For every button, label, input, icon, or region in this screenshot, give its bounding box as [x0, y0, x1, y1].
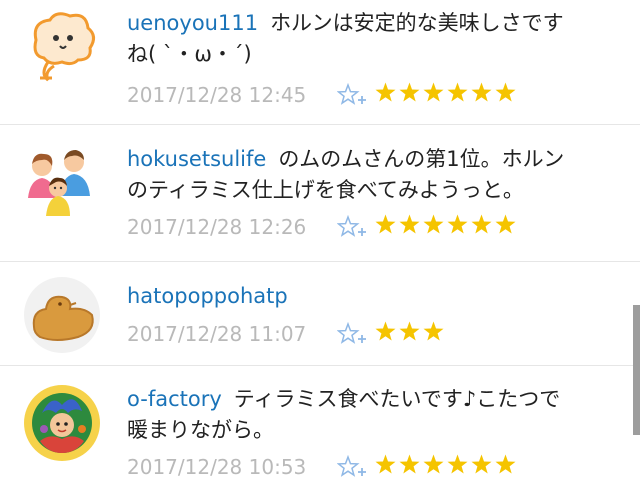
comment-text: ティラミス食べたいです♪こたつで	[233, 387, 561, 411]
star-icon	[423, 454, 444, 474]
colorful-character-icon[interactable]	[22, 383, 102, 463]
timestamp: 2017/12/28 11:07	[127, 321, 307, 346]
list-item: uenoyou111 ホルンは安定的な美味しさです ね( `・ω・´) 2017/…	[0, 0, 640, 125]
pigeon-cookie-icon[interactable]	[22, 275, 102, 355]
star-icon	[423, 82, 444, 102]
timestamp: 2017/12/28 10:53	[127, 454, 307, 479]
star-icon	[399, 214, 420, 234]
comment-meta: 2017/12/28 12:45	[127, 82, 519, 110]
star-icon	[375, 214, 396, 234]
username-link[interactable]: uenoyou111	[127, 11, 258, 35]
comment-line: uenoyou111 ホルンは安定的な美味しさです	[127, 8, 622, 39]
add-star-outline-icon	[336, 321, 366, 344]
comment-meta: 2017/12/28 12:26	[127, 214, 519, 242]
bird-mascot-icon[interactable]	[22, 8, 102, 88]
username-link[interactable]: hokusetsulife	[127, 147, 266, 171]
scrollbar-thumb[interactable]	[633, 305, 640, 435]
star-icon	[447, 214, 468, 234]
star-icon	[375, 82, 396, 102]
comment-text-line2: ね( `・ω・´)	[127, 42, 252, 66]
star-icon	[495, 82, 516, 102]
comment-text-line2: のティラミス仕上げを食べてみようっと。	[127, 178, 524, 202]
timestamp: 2017/12/28 12:45	[127, 82, 307, 107]
star-icon	[495, 454, 516, 474]
add-star-outline-icon	[336, 214, 366, 237]
star-icon	[471, 214, 492, 234]
star-icon	[423, 321, 444, 341]
star-icon	[471, 454, 492, 474]
star-rating	[375, 214, 519, 239]
star-rating	[375, 82, 519, 107]
add-star-outline-icon	[336, 82, 366, 105]
add-star-icon[interactable]	[336, 82, 367, 107]
star-icon	[447, 82, 468, 102]
star-rating	[375, 321, 447, 346]
star-icon	[375, 454, 396, 474]
timestamp: 2017/12/28 12:26	[127, 214, 307, 239]
star-icon	[495, 214, 516, 234]
add-star-icon[interactable]	[336, 454, 367, 479]
comment-meta: 2017/12/28 10:53	[127, 454, 519, 482]
username-link[interactable]: hatopoppohatp	[127, 284, 288, 308]
family-icon[interactable]	[22, 142, 102, 222]
star-icon	[447, 454, 468, 474]
star-icon	[399, 82, 420, 102]
add-star-icon[interactable]	[336, 214, 367, 239]
star-icon	[471, 82, 492, 102]
comment-line: hokusetsulife のムのムさんの第1位。ホルン	[127, 144, 622, 175]
username-link[interactable]: o-factory	[127, 387, 222, 411]
comment-text: ホルンは安定的な美味しさです	[270, 11, 564, 35]
comment-text: のムのムさんの第1位。ホルン	[278, 147, 565, 171]
comment-line: hatopoppohatp	[127, 281, 622, 312]
comment-text-line2: 暖まりながら。	[127, 418, 274, 442]
star-icon	[399, 454, 420, 474]
comment-list: uenoyou111 ホルンは安定的な美味しさです ね( `・ω・´) 2017/…	[0, 0, 640, 485]
star-rating	[375, 454, 519, 479]
add-star-icon[interactable]	[336, 321, 367, 346]
star-icon	[399, 321, 420, 341]
add-star-outline-icon	[336, 454, 366, 477]
list-item: hokusetsulife のムのムさんの第1位。ホルン のティラミス仕上げを食べ…	[0, 124, 640, 262]
comment-meta: 2017/12/28 11:07	[127, 321, 447, 349]
list-item: hatopoppohatp 2017/12/28 11:07	[0, 261, 640, 366]
star-icon	[423, 214, 444, 234]
list-item: o-factory ティラミス食べたいです♪こたつで 暖まりながら。 2017/1…	[0, 365, 640, 485]
star-icon	[375, 321, 396, 341]
comment-line: o-factory ティラミス食べたいです♪こたつで	[127, 384, 622, 415]
